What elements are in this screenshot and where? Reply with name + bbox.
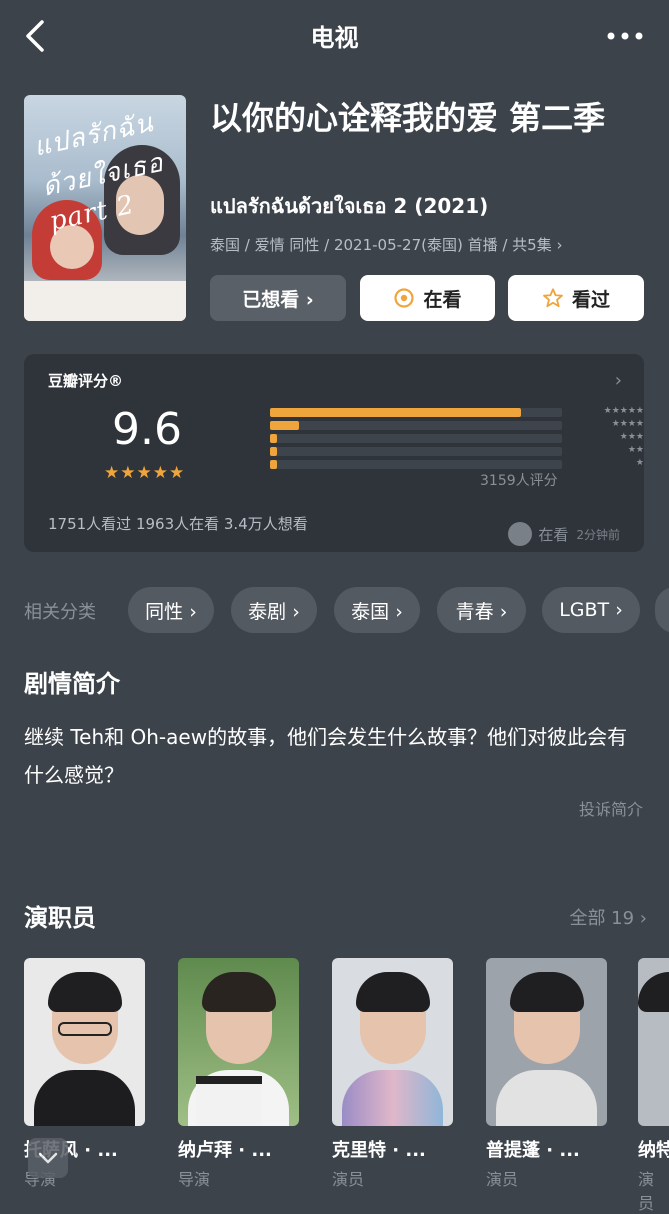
chevron-right-icon[interactable]: › bbox=[615, 370, 622, 391]
tag-chip[interactable]: 青春 › bbox=[437, 587, 526, 633]
rating-votes: 3159人评分 bbox=[480, 473, 558, 489]
distribution-bar-track bbox=[270, 447, 562, 456]
cast-photo bbox=[332, 958, 453, 1126]
more-icon[interactable] bbox=[605, 26, 645, 46]
cast-name: 克里特 · ... bbox=[332, 1140, 426, 1161]
tag-chip[interactable]: 同性 › bbox=[128, 587, 214, 633]
cast-photo bbox=[486, 958, 607, 1126]
wanted-button[interactable]: 已想看 › bbox=[210, 275, 346, 321]
watching-button[interactable]: 在看 bbox=[360, 275, 495, 321]
distribution-bar-track bbox=[270, 408, 562, 417]
cast-role: 导演 bbox=[178, 1170, 211, 1189]
report-synopsis-link[interactable]: 投诉简介 bbox=[579, 796, 643, 820]
watched-button[interactable]: 看过 bbox=[508, 275, 644, 321]
poster-band bbox=[24, 281, 186, 321]
cast-photo bbox=[638, 958, 669, 1126]
cast-photo bbox=[202, 972, 276, 1012]
rating-card[interactable]: 豆瓣评分® › 9.6 ★★★★★ ★★★★★ ★★★★ ★★★ ★★ ★ 3159人评… bbox=[24, 354, 644, 552]
cast-name: 纳特 bbox=[638, 1140, 669, 1161]
cast-photo bbox=[34, 1070, 135, 1126]
watching-button-label: 在看 bbox=[423, 288, 462, 311]
cast-card[interactable]: 普提蓬 · ... 演员 bbox=[486, 958, 607, 1190]
top-bar: 电视 bbox=[0, 0, 669, 72]
cast-title: 演职员 bbox=[24, 904, 96, 932]
synopsis-text: 继续 Teh和 Oh-aew的故事，他们会发生什么故事？他们对彼此会有什么感觉？ bbox=[24, 725, 628, 787]
cast-photo bbox=[496, 1070, 597, 1126]
cast-photo bbox=[48, 972, 122, 1012]
tag-chip[interactable]: 泰国 › bbox=[334, 587, 420, 633]
activity-label: 在看 bbox=[538, 525, 569, 544]
cast-card[interactable]: 克里特 · ... 演员 bbox=[332, 958, 453, 1190]
watched-button-label: 看过 bbox=[571, 288, 610, 311]
distribution-bar-fill bbox=[270, 460, 277, 469]
tag-chip[interactable]: LGBT › bbox=[542, 587, 640, 633]
cast-photo bbox=[178, 958, 299, 1126]
cast-photo bbox=[196, 1076, 262, 1126]
page-title: 电视 bbox=[310, 24, 359, 52]
audience-counts: 1751人看过 1963人在看 3.4万人想看 bbox=[48, 515, 308, 533]
show-title: 以你的心诠释我的爱 第二季 bbox=[210, 99, 606, 137]
star-icon bbox=[543, 288, 563, 308]
cast-card[interactable]: 纳卢拜 · ... 导演 bbox=[178, 958, 299, 1190]
cast-card[interactable]: 纳特 演员 bbox=[638, 958, 669, 1214]
cast-role: 演员 bbox=[486, 1170, 519, 1189]
friend-activity[interactable]: 在看 2分钟前 bbox=[508, 522, 620, 546]
cast-photo bbox=[510, 972, 584, 1012]
rating-stars: ★★★★★ bbox=[104, 463, 186, 483]
synopsis-title: 剧情简介 bbox=[24, 670, 120, 698]
distribution-bar-fill bbox=[270, 447, 277, 456]
cast-photo bbox=[24, 958, 145, 1126]
collapse-button[interactable] bbox=[28, 1138, 68, 1178]
cast-photo bbox=[356, 972, 430, 1012]
tag-chip[interactable]: 泰剧 › bbox=[231, 587, 317, 633]
cast-photo bbox=[58, 1022, 112, 1036]
show-meta[interactable]: 泰国 / 爱情 同性 / 2021-05-27(泰国) 首播 / 共5集 › bbox=[210, 234, 563, 255]
cast-photo bbox=[638, 972, 669, 1012]
cast-photo bbox=[342, 1070, 443, 1126]
distribution-bar-fill bbox=[270, 421, 299, 430]
cast-role: 演员 bbox=[638, 1170, 655, 1213]
cast-name: 普提蓬 · ... bbox=[486, 1140, 580, 1161]
wanted-button-label: 已想看 › bbox=[242, 288, 314, 311]
tag-chip-more[interactable] bbox=[655, 587, 669, 633]
cast-name: 纳卢拜 · ... bbox=[178, 1140, 272, 1161]
avatar bbox=[508, 522, 533, 546]
distribution-bar-track bbox=[270, 421, 562, 430]
cast-role: 演员 bbox=[332, 1170, 365, 1189]
distribution-bar-track bbox=[270, 460, 562, 469]
cast-all-link[interactable]: 全部 19 › bbox=[569, 904, 647, 930]
rating-title: 豆瓣评分® bbox=[48, 372, 124, 390]
distribution-bar-fill bbox=[270, 434, 277, 443]
original-title: แปลรักฉันด้วยใจเธอ 2 (2021) bbox=[210, 194, 489, 218]
watching-icon bbox=[394, 288, 415, 308]
related-label: 相关分类 bbox=[24, 602, 96, 623]
distribution-bar-track bbox=[270, 434, 562, 443]
poster-image[interactable]: แปลรักฉัน ด้วยใจเธอ part 2 bbox=[24, 95, 186, 321]
chevron-down-icon bbox=[38, 1152, 58, 1164]
distribution-bar-fill bbox=[270, 408, 521, 417]
rating-score: 9.6 bbox=[112, 404, 182, 455]
activity-time: 2分钟前 bbox=[576, 527, 620, 542]
